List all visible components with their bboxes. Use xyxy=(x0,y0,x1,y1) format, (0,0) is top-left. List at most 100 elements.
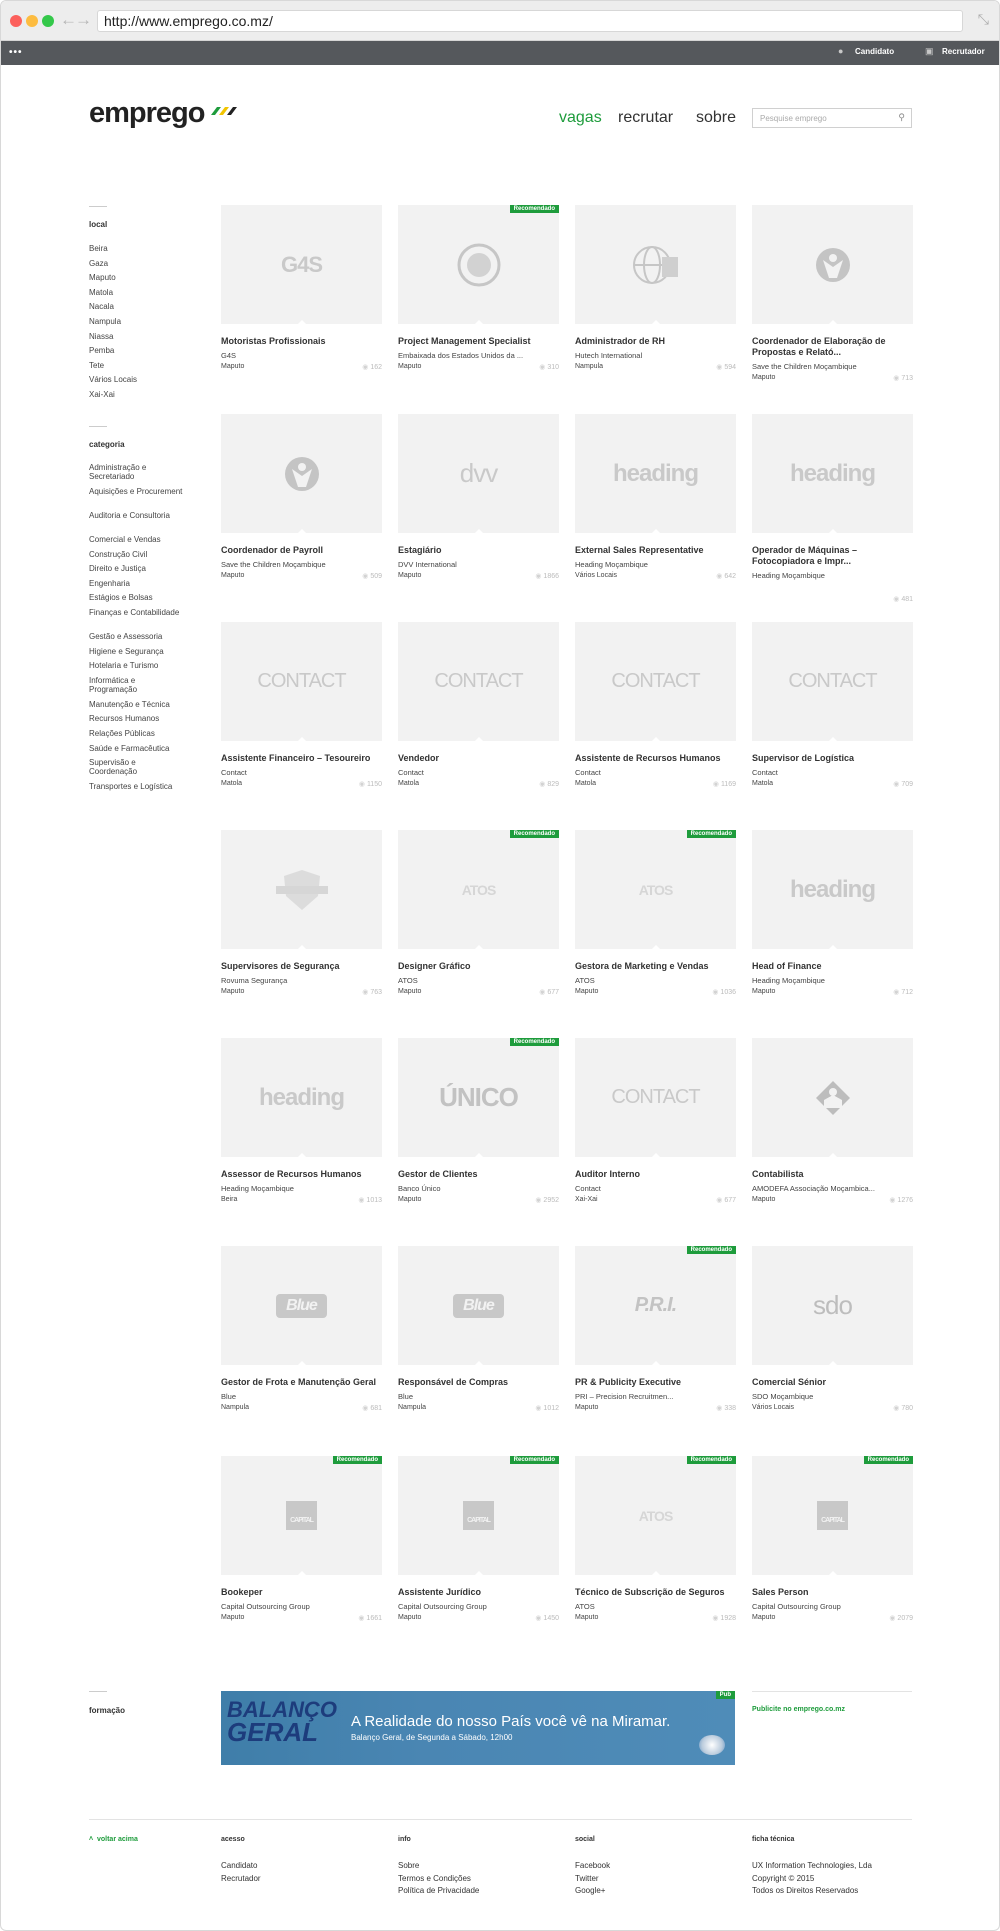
job-title[interactable]: Gestor de Clientes xyxy=(398,1169,559,1180)
nav-recrutar[interactable]: recrutar xyxy=(618,109,673,127)
sidebar-item-category[interactable]: Auditoria e Consultoria xyxy=(89,511,184,520)
job-title[interactable]: Assistente Jurídico xyxy=(398,1587,559,1598)
job-card-image[interactable] xyxy=(575,205,736,324)
sidebar-item-category[interactable]: Manutenção e Técnica xyxy=(89,700,184,709)
job-card-image[interactable]: dvv xyxy=(398,414,559,533)
job-title[interactable]: Auditor Interno xyxy=(575,1169,736,1180)
sidebar-item-location[interactable]: Nampula xyxy=(89,317,184,326)
nav-sobre[interactable]: sobre xyxy=(696,109,736,127)
sidebar-item-category[interactable]: Higiene e Segurança xyxy=(89,647,184,656)
job-card-image[interactable] xyxy=(752,205,913,324)
sidebar-item-category[interactable]: Informática e Programação xyxy=(89,676,184,694)
job-card-image[interactable]: ATOS Recomendado xyxy=(575,1456,736,1575)
minimize-window-button[interactable] xyxy=(26,15,38,27)
sidebar-item-location[interactable]: Tete xyxy=(89,361,184,370)
job-title[interactable]: Motoristas Profissionais xyxy=(221,336,382,347)
recrutador-link[interactable]: Recrutador xyxy=(942,47,985,56)
site-logo[interactable]: emprego xyxy=(89,97,205,130)
sidebar-item-category[interactable]: Aquisições e Procurement xyxy=(89,487,184,496)
sidebar-item-category[interactable]: Recursos Humanos xyxy=(89,714,184,723)
job-title[interactable]: Responsável de Compras xyxy=(398,1377,559,1388)
footer-link[interactable]: Google+ xyxy=(575,1886,605,1895)
job-card-image[interactable]: Blue xyxy=(398,1246,559,1365)
job-title[interactable]: Gestor de Frota e Manutenção Geral xyxy=(221,1377,382,1388)
sidebar-item-category[interactable]: Hotelaria e Turismo xyxy=(89,661,184,670)
sidebar-item-category[interactable]: Transportes e Logística xyxy=(89,782,184,791)
sidebar-item-category[interactable]: Relações Públicas xyxy=(89,729,184,738)
sidebar-item-category[interactable]: Construção Civil xyxy=(89,550,184,559)
sidebar-item-location[interactable]: Vários Locais xyxy=(89,375,184,384)
job-card-image[interactable]: CONTACT xyxy=(221,622,382,741)
job-card-image[interactable]: sdo xyxy=(752,1246,913,1365)
back-to-top-link[interactable]: ˄ voltar acima xyxy=(89,1836,138,1843)
sidebar-item-category[interactable]: Finanças e Contabilidade xyxy=(89,608,184,617)
job-card-image[interactable]: heading xyxy=(221,1038,382,1157)
sidebar-item-location[interactable]: Maputo xyxy=(89,273,184,282)
sidebar-item-location[interactable]: Niassa xyxy=(89,332,184,341)
search-icon[interactable]: ⚲ xyxy=(898,112,905,123)
job-card-image[interactable]: G4S xyxy=(221,205,382,324)
job-card-image[interactable]: heading xyxy=(752,414,913,533)
sidebar-item-category[interactable]: Gestão e Assessoria xyxy=(89,632,184,641)
job-card-image[interactable]: ATOS Recomendado xyxy=(575,830,736,949)
forward-arrow-icon[interactable]: → xyxy=(75,10,92,30)
job-card-image[interactable]: CONTACT xyxy=(575,1038,736,1157)
footer-link[interactable]: Sobre xyxy=(398,1861,419,1870)
job-card-image[interactable]: heading xyxy=(575,414,736,533)
job-title[interactable]: Head of Finance xyxy=(752,961,913,972)
sidebar-item-category[interactable]: Administração e Secretariado xyxy=(89,463,184,481)
maximize-window-button[interactable] xyxy=(42,15,54,27)
job-title[interactable]: Supervisores de Segurança xyxy=(221,961,382,972)
sidebar-item-location[interactable]: Matola xyxy=(89,288,184,297)
sidebar-item-category[interactable]: Engenharia xyxy=(89,579,184,588)
footer-link[interactable]: Twitter xyxy=(575,1874,599,1883)
job-title[interactable]: Bookeper xyxy=(221,1587,382,1598)
job-title[interactable]: Estagiário xyxy=(398,545,559,556)
job-card-image[interactable]: P.R.I. Recomendado xyxy=(575,1246,736,1365)
footer-link[interactable]: Política de Privacidade xyxy=(398,1886,479,1895)
sidebar-item-category[interactable]: Direito e Justiça xyxy=(89,564,184,573)
footer-link[interactable]: Facebook xyxy=(575,1861,610,1870)
sidebar-item-location[interactable]: Xai-Xai xyxy=(89,390,184,399)
sidebar-item-location[interactable]: Nacala xyxy=(89,302,184,311)
fullscreen-icon[interactable]: ⤡ xyxy=(978,11,989,28)
job-card-image[interactable]: ÚNICO Recomendado xyxy=(398,1038,559,1157)
footer-link[interactable]: Recrutador xyxy=(221,1874,261,1883)
job-title[interactable]: PR & Publicity Executive xyxy=(575,1377,736,1388)
job-card-image[interactable]: CONTACT xyxy=(575,622,736,741)
nav-vagas[interactable]: vagas xyxy=(559,109,602,127)
job-card-image[interactable] xyxy=(752,1038,913,1157)
url-bar[interactable]: http://www.emprego.co.mz/ xyxy=(97,10,963,32)
job-card-image[interactable]: Recomendado xyxy=(398,205,559,324)
job-card-image[interactable]: CONTACT xyxy=(752,622,913,741)
sidebar-item-location[interactable]: Gaza xyxy=(89,259,184,268)
job-title[interactable]: Vendedor xyxy=(398,753,559,764)
job-card-image[interactable] xyxy=(221,414,382,533)
sidebar-item-location[interactable]: Pemba xyxy=(89,346,184,355)
job-title[interactable]: Contabilista xyxy=(752,1169,913,1180)
job-title[interactable]: Assessor de Recursos Humanos xyxy=(221,1169,382,1180)
footer-link[interactable]: Termos e Condições xyxy=(398,1874,471,1883)
job-title[interactable]: Coordenador de Payroll xyxy=(221,545,382,556)
job-card-image[interactable]: CAPITAL Recomendado xyxy=(752,1456,913,1575)
sidebar-item-category[interactable]: Supervisão e Coordenação xyxy=(89,758,184,776)
close-window-button[interactable] xyxy=(10,15,22,27)
search-input[interactable]: Pesquise emprego ⚲ xyxy=(752,108,912,128)
job-title[interactable]: Assistente Financeiro – Tesoureiro xyxy=(221,753,382,764)
job-title[interactable]: Coordenador de Elaboração de Propostas e… xyxy=(752,336,913,358)
job-card-image[interactable]: ATOS Recomendado xyxy=(398,830,559,949)
job-card-image[interactable]: CONTACT xyxy=(398,622,559,741)
job-title[interactable]: Sales Person xyxy=(752,1587,913,1598)
sidebar-item-category[interactable]: Estágios e Bolsas xyxy=(89,593,184,602)
job-card-image[interactable]: CAPITAL Recomendado xyxy=(221,1456,382,1575)
job-card-image[interactable]: Blue xyxy=(221,1246,382,1365)
sidebar-item-location[interactable]: Beira xyxy=(89,244,184,253)
sidebar-item-category[interactable]: Saúde e Farmacêutica xyxy=(89,744,184,753)
job-title[interactable]: Assistente de Recursos Humanos xyxy=(575,753,736,764)
publicite-link[interactable]: Publicite no emprego.co.mz xyxy=(752,1706,845,1713)
menu-icon[interactable]: ••• xyxy=(9,47,23,58)
job-title[interactable]: Gestora de Marketing e Vendas xyxy=(575,961,736,972)
ad-banner[interactable]: BALANÇO GERAL A Realidade do nosso País … xyxy=(221,1691,735,1765)
job-title[interactable]: Supervisor de Logística xyxy=(752,753,913,764)
job-card-image[interactable] xyxy=(221,830,382,949)
